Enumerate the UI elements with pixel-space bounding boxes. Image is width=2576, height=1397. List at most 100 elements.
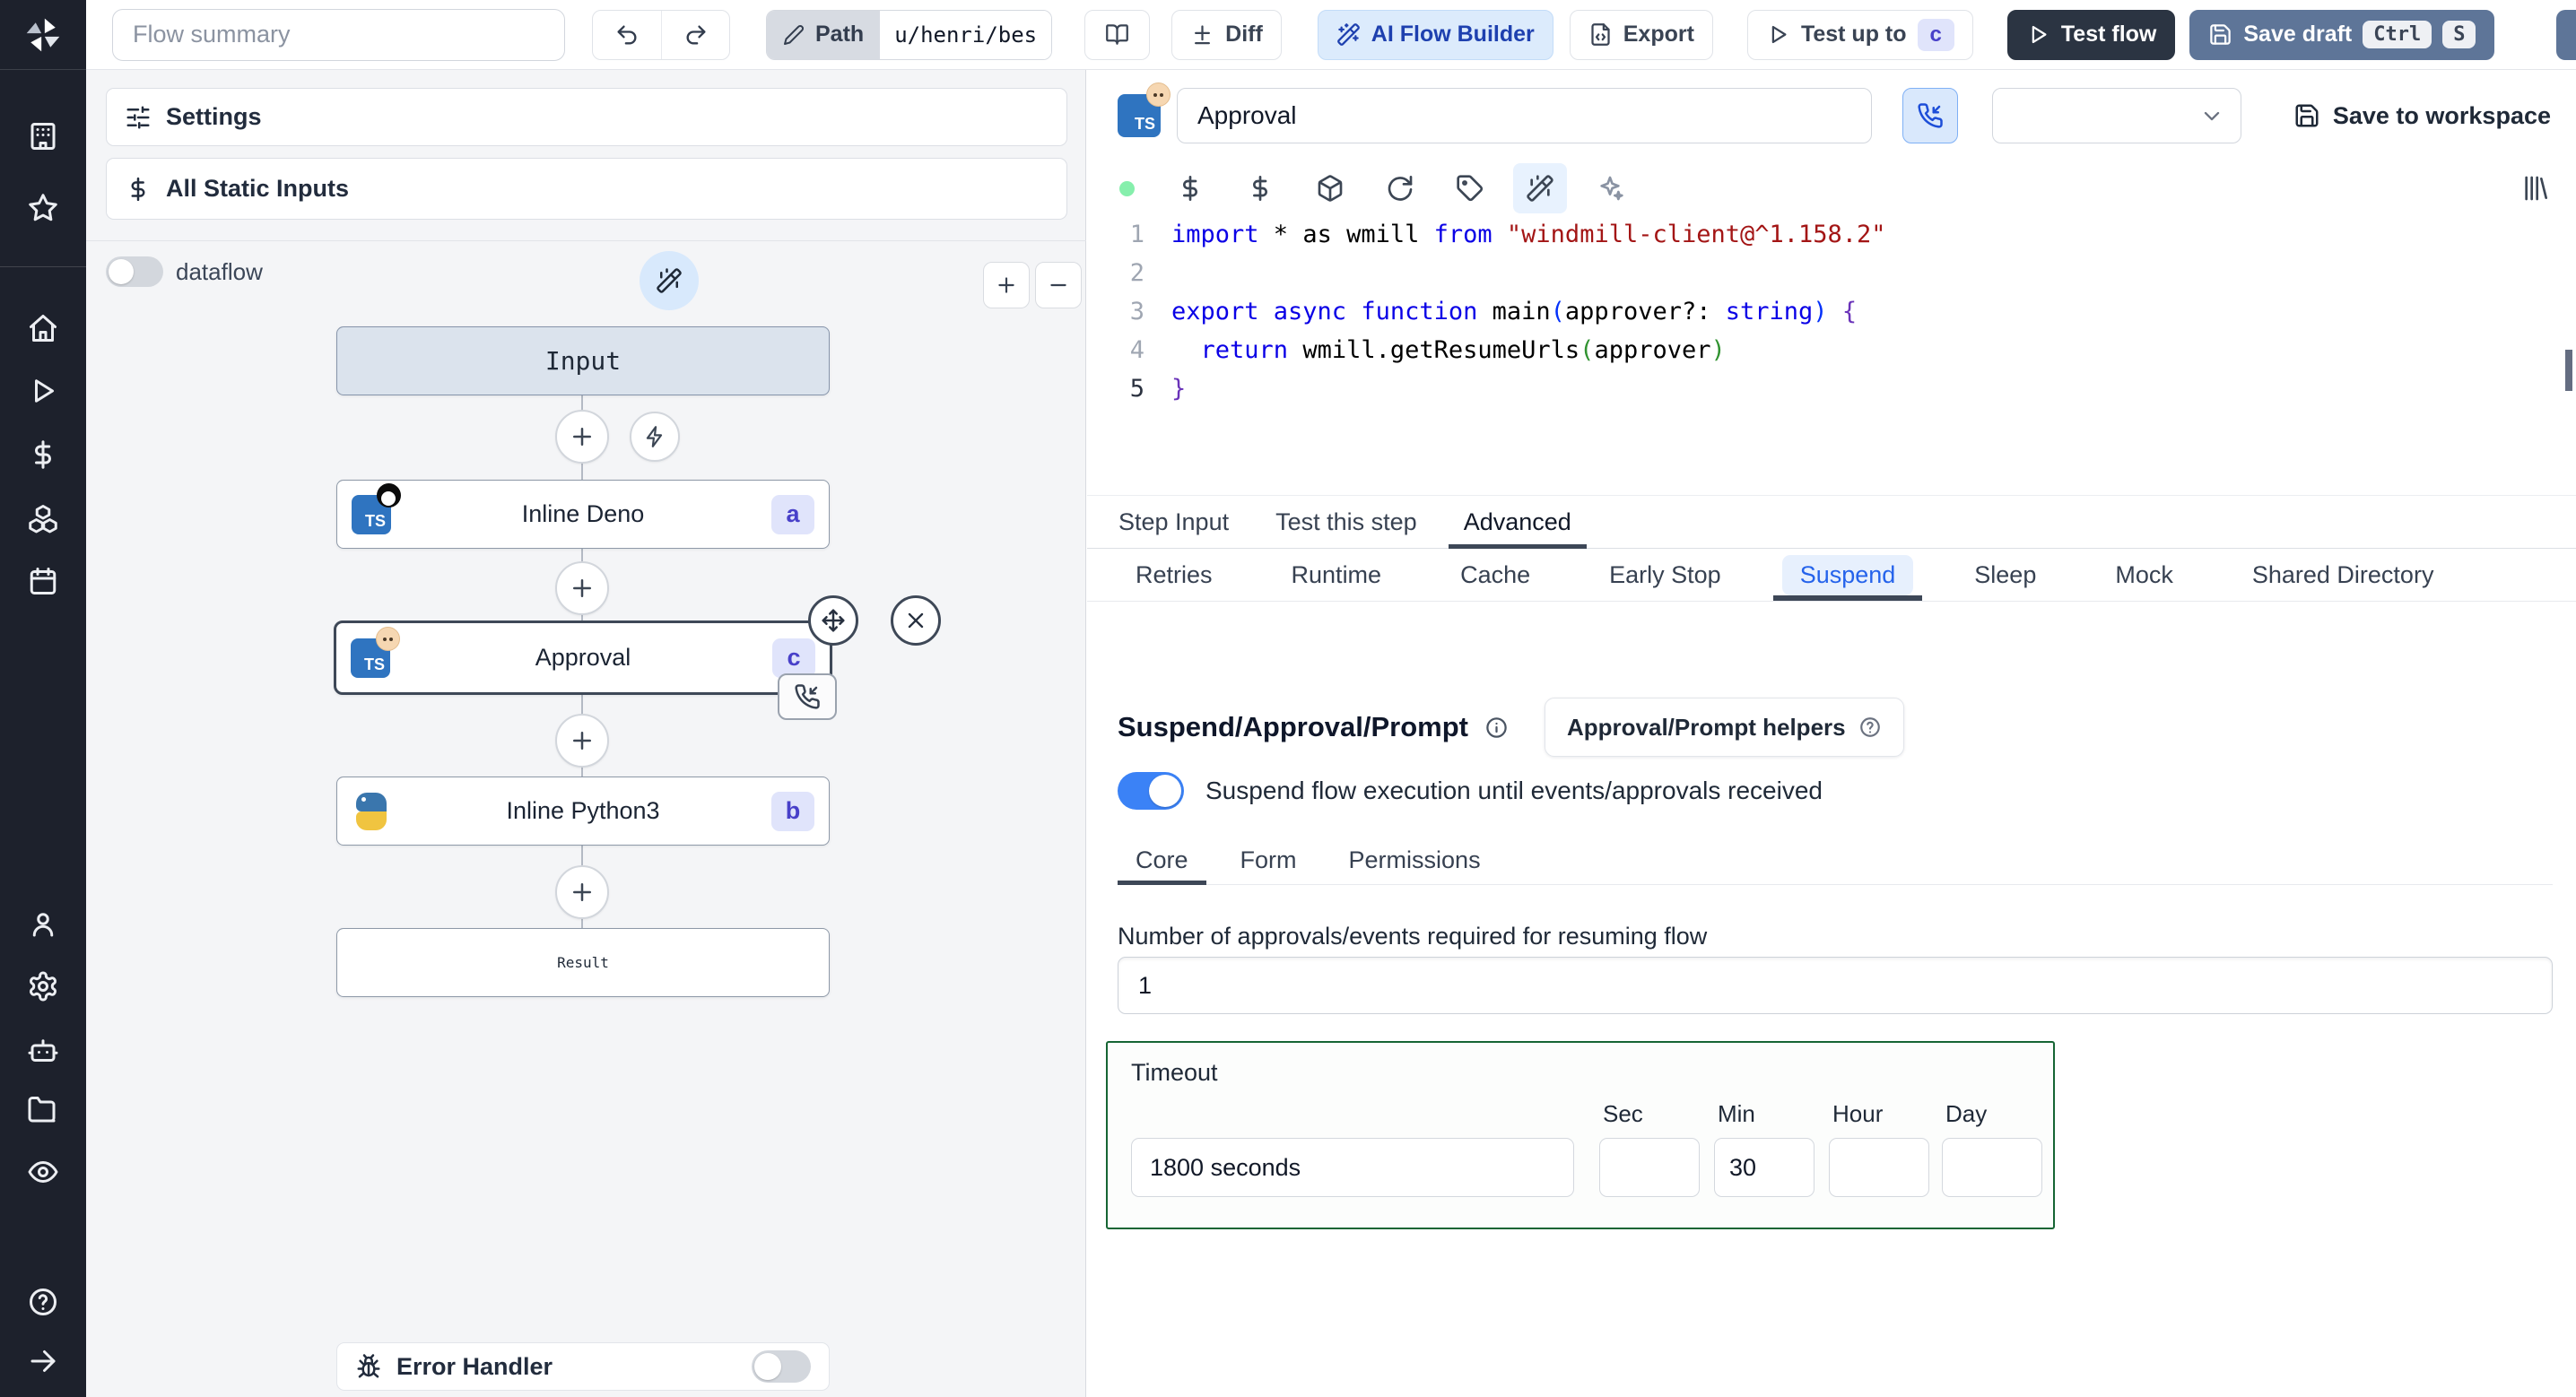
- move-node-handle[interactable]: [808, 595, 858, 646]
- tag-button[interactable]: [1456, 174, 1484, 203]
- dataflow-toggle[interactable]: [106, 256, 163, 287]
- test-up-to-label: Test up to: [1800, 22, 1907, 47]
- tab-permissions[interactable]: Permissions: [1331, 837, 1499, 884]
- users-icon[interactable]: [27, 908, 59, 941]
- code-line: return wmill.getResumeUrls(approver): [1200, 336, 1726, 364]
- save-draft-button[interactable]: Save draft Ctrl S: [2189, 9, 2495, 60]
- settings-gear-icon[interactable]: [27, 970, 59, 1002]
- node-title: Inline Deno: [521, 500, 645, 527]
- result-node[interactable]: Result: [336, 928, 830, 997]
- flow-summary-input[interactable]: [112, 8, 565, 61]
- dependencies-button[interactable]: [1316, 174, 1345, 203]
- approval-prompt-helpers-button[interactable]: Approval/Prompt helpers: [1544, 698, 1904, 757]
- error-handler-toggle[interactable]: [752, 1350, 811, 1383]
- redo-icon: [686, 25, 705, 44]
- approval-node-selected[interactable]: TS Approval c: [334, 595, 941, 720]
- code-editor[interactable]: 1 import * as wmill from "windmill-clien…: [1087, 215, 2576, 495]
- move-icon: [822, 609, 845, 632]
- subtab-shared-directory[interactable]: Shared Directory: [2220, 550, 2467, 601]
- ts-label: TS: [364, 511, 386, 530]
- favorites-star-icon[interactable]: [27, 192, 59, 224]
- hour-input[interactable]: [1829, 1138, 1929, 1197]
- path-button[interactable]: Path u/henri/bes: [766, 9, 1053, 60]
- help-icon[interactable]: [27, 1286, 59, 1318]
- folders-icon[interactable]: [27, 1094, 59, 1126]
- runs-play-icon[interactable]: [27, 375, 59, 407]
- diff-button[interactable]: Diff: [1171, 9, 1282, 60]
- ts-label: TS: [1134, 115, 1155, 133]
- approvals-required-input[interactable]: [1118, 957, 2553, 1014]
- suspend-phone-button[interactable]: [1902, 88, 1958, 143]
- variables-dollar-icon[interactable]: [27, 438, 59, 471]
- suspend-toggle-label: Suspend flow execution until events/appr…: [1205, 777, 1823, 804]
- add-step-button[interactable]: [555, 865, 609, 919]
- test-up-to-button[interactable]: Test up to c: [1746, 9, 1973, 60]
- suspend-flow-toggle[interactable]: [1118, 772, 1184, 810]
- all-static-inputs-button[interactable]: All Static Inputs: [106, 158, 1067, 220]
- info-icon[interactable]: [1484, 716, 1509, 740]
- subtab-runtime[interactable]: Runtime: [1259, 550, 1414, 601]
- home-icon[interactable]: [27, 312, 59, 344]
- sparkles-icon: [1600, 176, 1623, 201]
- reset-refresh-button[interactable]: [1386, 174, 1414, 203]
- test-flow-button[interactable]: Test flow: [2006, 9, 2176, 60]
- ai-assist-wand-button[interactable]: [640, 251, 699, 310]
- timeout-seconds-input[interactable]: [1131, 1138, 1574, 1197]
- error-handler-button[interactable]: Error Handler: [336, 1342, 830, 1391]
- redo-button[interactable]: [661, 10, 729, 59]
- sec-input[interactable]: [1599, 1138, 1700, 1197]
- add-step-button[interactable]: [555, 410, 609, 464]
- subtab-sleep[interactable]: Sleep: [1942, 550, 2068, 601]
- save-to-workspace-button[interactable]: Save to workspace: [2293, 102, 2551, 130]
- resources-boxes-icon[interactable]: [27, 502, 59, 534]
- step-name-input[interactable]: [1177, 88, 1872, 143]
- suspend-section-title: Suspend/Approval/Prompt: [1118, 711, 1468, 742]
- schedules-calendar-icon[interactable]: [27, 565, 59, 597]
- trigger-zap-button[interactable]: [630, 412, 680, 462]
- workers-bot-icon[interactable]: [27, 1035, 59, 1067]
- remove-node-button[interactable]: [891, 595, 941, 646]
- zoom-out-button[interactable]: [1035, 262, 1082, 308]
- insert-resource-button[interactable]: [1246, 174, 1275, 203]
- add-step-button[interactable]: [555, 714, 609, 768]
- tab-core[interactable]: Core: [1118, 837, 1206, 885]
- export-button[interactable]: Export: [1569, 9, 1713, 60]
- editor-scrollbar-thumb[interactable]: [2565, 350, 2572, 391]
- tab-test-this-step[interactable]: Test this step: [1260, 496, 1432, 548]
- subtab-retries[interactable]: Retries: [1103, 550, 1245, 601]
- ai-flow-builder-button[interactable]: AI Flow Builder: [1317, 9, 1553, 60]
- audit-eye-icon[interactable]: [27, 1156, 59, 1188]
- tag-select-dropdown[interactable]: [1992, 88, 2241, 143]
- tab-form[interactable]: Form: [1223, 837, 1315, 884]
- zoom-in-button[interactable]: [983, 262, 1030, 308]
- subtab-mock[interactable]: Mock: [2083, 550, 2206, 601]
- suspend-phone-badge: [778, 673, 837, 720]
- approvals-required-label: Number of approvals/events required for …: [1118, 923, 1708, 950]
- windmill-ai-button[interactable]: [1596, 174, 1624, 203]
- workspace-icon[interactable]: [27, 120, 59, 152]
- min-input[interactable]: [1714, 1138, 1815, 1197]
- day-input[interactable]: [1942, 1138, 2042, 1197]
- active-tab-underline: [1118, 881, 1206, 885]
- insert-variable-button[interactable]: [1176, 174, 1205, 203]
- subtab-suspend[interactable]: Suspend: [1768, 550, 1928, 601]
- pencil-icon: [784, 24, 805, 45]
- overflow-button[interactable]: [2556, 10, 2576, 60]
- code-line: export async function main(approver?: st…: [1171, 298, 1858, 325]
- ai-generate-button[interactable]: [1513, 163, 1567, 213]
- flow-settings-button[interactable]: Settings: [106, 88, 1067, 146]
- docs-button[interactable]: [1084, 9, 1151, 60]
- undo-button[interactable]: [593, 11, 661, 59]
- inline-deno-node[interactable]: TS Inline Deno a: [336, 480, 830, 549]
- expand-sidebar-arrow-icon[interactable]: [27, 1345, 59, 1377]
- tab-step-input[interactable]: Step Input: [1103, 496, 1244, 548]
- inline-python3-node[interactable]: Inline Python3 b: [336, 777, 830, 846]
- windmill-logo[interactable]: [0, 0, 86, 70]
- subtab-early-stop[interactable]: Early Stop: [1577, 550, 1754, 601]
- add-step-button[interactable]: [555, 561, 609, 615]
- subtab-cache[interactable]: Cache: [1428, 550, 1562, 601]
- input-node[interactable]: Input: [336, 326, 830, 395]
- tab-advanced[interactable]: Advanced: [1448, 496, 1587, 549]
- library-button[interactable]: [2520, 174, 2549, 203]
- line-number-active: 5: [1129, 375, 1144, 403]
